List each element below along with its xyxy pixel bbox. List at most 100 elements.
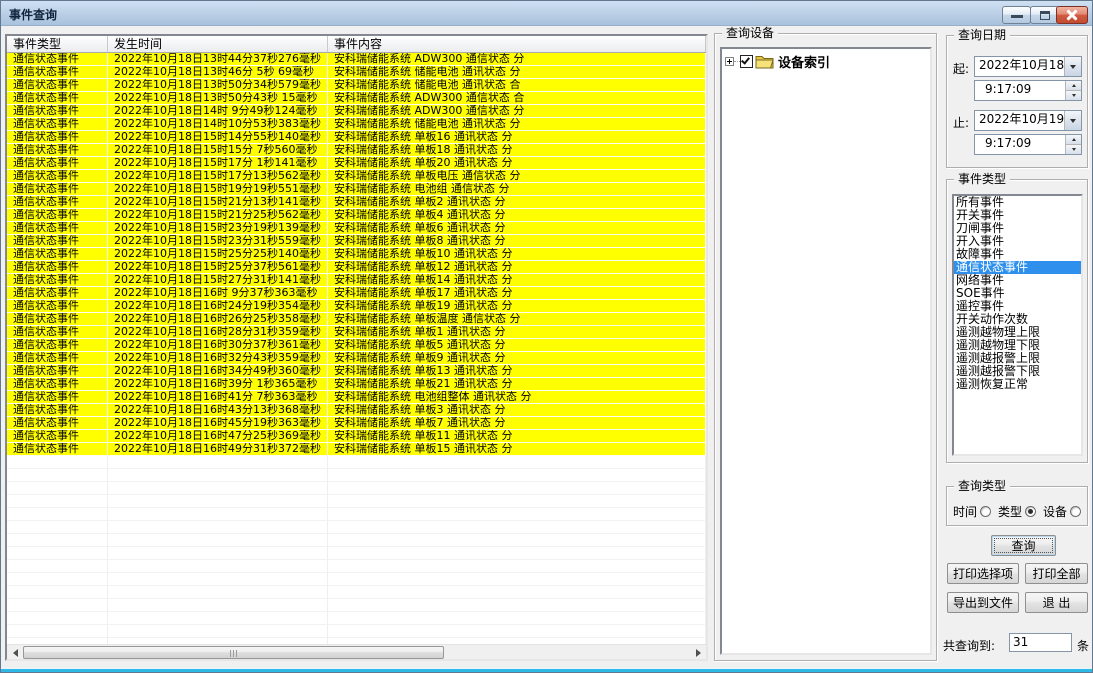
spinner-up-button[interactable] [1066,135,1081,145]
tree-node-device-index[interactable]: 设备索引 [725,53,930,70]
table-cell: 安科瑞储能系统 储能电池 通讯状态 分 [328,118,706,131]
table-row[interactable]: 通信状态事件2022年10月18日16时43分13秒368毫秒安科瑞储能系统 单… [7,404,706,417]
event-type-panel-title: 事件类型 [954,172,1010,186]
table-row[interactable]: 通信状态事件2022年10月18日15时27分31秒141毫秒安科瑞储能系统 单… [7,274,706,287]
table-row[interactable]: 通信状态事件2022年10月18日13时50分43秒 15毫秒安科瑞储能系统 A… [7,92,706,105]
table-row[interactable]: 通信状态事件2022年10月18日16时26分25秒358毫秒安科瑞储能系统 单… [7,313,706,326]
query-button[interactable]: 查询 [991,535,1056,556]
table-row[interactable]: 通信状态事件2022年10月18日15时25分25秒140毫秒安科瑞储能系统 单… [7,248,706,261]
table-row[interactable]: 通信状态事件2022年10月18日16时39分 1秒365毫秒安科瑞储能系统 单… [7,378,706,391]
print-selected-label: 打印选择项 [953,565,1013,582]
spinner-up-icon [1072,138,1076,141]
table-row[interactable]: 通信状态事件2022年10月18日16时 9分37秒363毫秒安科瑞储能系统 单… [7,287,706,300]
expand-icon[interactable] [725,57,734,66]
table-row[interactable]: 通信状态事件2022年10月18日16时24分19秒354毫秒安科瑞储能系统 单… [7,300,706,313]
table-cell [328,547,706,560]
table-cell: 安科瑞储能系统 单板9 通讯状态 分 [328,352,706,365]
table-row[interactable]: 通信状态事件2022年10月18日16时41分 7秒363毫秒安科瑞储能系统 电… [7,391,706,404]
spinner-down-icon [1072,148,1076,151]
column-header[interactable]: 发生时间 [108,36,328,52]
to-date-combo[interactable]: 2022年10月19日 [974,110,1082,131]
spinner-down-button[interactable] [1066,91,1081,100]
from-time-field[interactable]: 9:17:09 [974,80,1082,101]
date-panel: 查询日期 起: 2022年10月18日 9:17:09 止: 2022年10月1… [946,35,1088,168]
scroll-left-button[interactable] [7,646,23,659]
table-cell: 安科瑞储能系统 单板12 通讯状态 分 [328,261,706,274]
table-cell [108,508,328,521]
table-cell [7,482,108,495]
from-date-value: 2022年10月18日 [975,57,1064,76]
table-row[interactable]: 通信状态事件2022年10月18日14时10分53秒383毫秒安科瑞储能系统 储… [7,118,706,131]
table-cell [328,456,706,469]
table-row[interactable]: 通信状态事件2022年10月18日13时50分34秒579毫秒安科瑞储能系统 储… [7,79,706,92]
radio-icon[interactable] [1070,506,1081,517]
radio-icon[interactable] [980,506,991,517]
table-cell: 安科瑞储能系统 单板7 通讯状态 分 [328,417,706,430]
table-row[interactable]: 通信状态事件2022年10月18日15时17分 1秒141毫秒安科瑞储能系统 单… [7,157,706,170]
table-cell: 2022年10月18日16时45分19秒363毫秒 [108,417,328,430]
table-row[interactable]: 通信状态事件2022年10月18日16时30分37秒361毫秒安科瑞储能系统 单… [7,339,706,352]
table-cell: 安科瑞储能系统 储能电池 通讯状态 合 [328,79,706,92]
table-row[interactable]: 通信状态事件2022年10月18日15时21分25秒562毫秒安科瑞储能系统 单… [7,209,706,222]
close-button[interactable] [1056,6,1088,24]
result-count-field[interactable]: 31 [1009,633,1072,652]
table-row[interactable]: 通信状态事件2022年10月18日15时23分31秒559毫秒安科瑞储能系统 单… [7,235,706,248]
table-row-empty [7,612,706,625]
export-file-button[interactable]: 导出到文件 [947,592,1019,613]
table-row[interactable]: 通信状态事件2022年10月18日14时 9分49秒124毫秒安科瑞储能系统 A… [7,105,706,118]
from-date-combo[interactable]: 2022年10月18日 [974,56,1082,77]
device-index-checkbox[interactable] [740,55,753,68]
from-time-spinner[interactable] [1065,81,1081,100]
table-cell: 通信状态事件 [7,378,108,391]
print-all-button[interactable]: 打印全部 [1025,563,1088,584]
spinner-down-button[interactable] [1066,145,1081,154]
query-type-option[interactable]: 设备 [1043,503,1081,520]
to-date-dropdown-button[interactable] [1064,111,1081,130]
table-row[interactable]: 通信状态事件2022年10月18日13时44分37秒276毫秒安科瑞储能系统 A… [7,53,706,66]
table-cell [328,625,706,638]
table-row[interactable]: 通信状态事件2022年10月18日15时14分55秒140毫秒安科瑞储能系统 单… [7,131,706,144]
table-cell [328,573,706,586]
restore-button[interactable] [1030,6,1059,24]
table-cell: 通信状态事件 [7,443,108,456]
horizontal-scrollbar[interactable] [7,644,706,659]
scroll-right-button[interactable] [690,646,706,659]
table-row[interactable]: 通信状态事件2022年10月18日16时32分43秒359毫秒安科瑞储能系统 单… [7,352,706,365]
event-type-item[interactable]: 遥测恢复正常 [954,378,1081,391]
table-row[interactable]: 通信状态事件2022年10月18日16时34分49秒360毫秒安科瑞储能系统 单… [7,365,706,378]
to-time-spinner[interactable] [1065,135,1081,154]
column-header[interactable]: 事件类型 [7,36,108,52]
table-cell [328,521,706,534]
table-row[interactable]: 通信状态事件2022年10月18日15时19分19秒551毫秒安科瑞储能系统 电… [7,183,706,196]
event-type-panel: 事件类型 所有事件开关事件刀闸事件开入事件故障事件通信状态事件网络事件SOE事件… [946,179,1088,463]
title-bar[interactable]: 事件查询 [1,1,1092,26]
scrollbar-thumb[interactable] [23,646,444,659]
spinner-up-button[interactable] [1066,81,1081,91]
table-row[interactable]: 通信状态事件2022年10月18日16时47分25秒369毫秒安科瑞储能系统 单… [7,430,706,443]
table-row[interactable]: 通信状态事件2022年10月18日15时21分13秒141毫秒安科瑞储能系统 单… [7,196,706,209]
table-row[interactable]: 通信状态事件2022年10月18日15时23分19秒139毫秒安科瑞储能系统 单… [7,222,706,235]
column-header[interactable]: 事件内容 [328,36,706,52]
to-time-field[interactable]: 9:17:09 [974,134,1082,155]
table-row[interactable]: 通信状态事件2022年10月18日16时28分31秒359毫秒安科瑞储能系统 单… [7,326,706,339]
table-cell: 通信状态事件 [7,144,108,157]
query-type-option[interactable]: 类型 [998,503,1036,520]
table-row[interactable]: 通信状态事件2022年10月18日13时46分 5秒 69毫秒安科瑞储能系统 储… [7,66,706,79]
table-row[interactable]: 通信状态事件2022年10月18日16时49分31秒372毫秒安科瑞储能系统 单… [7,443,706,456]
from-date-dropdown-button[interactable] [1064,57,1081,76]
radio-icon[interactable] [1025,506,1036,517]
from-label: 起: [953,60,969,77]
table-cell: 安科瑞储能系统 ADW300 通信状态 分 [328,53,706,66]
print-selected-button[interactable]: 打印选择项 [947,563,1019,584]
minimize-button[interactable] [1002,6,1031,24]
table-row[interactable]: 通信状态事件2022年10月18日15时17分13秒562毫秒安科瑞储能系统 单… [7,170,706,183]
table-cell: 2022年10月18日15时27分31秒141毫秒 [108,274,328,287]
table-row[interactable]: 通信状态事件2022年10月18日15时25分37秒561毫秒安科瑞储能系统 单… [7,261,706,274]
minimize-icon [1011,15,1023,18]
table-row[interactable]: 通信状态事件2022年10月18日16时45分19秒363毫秒安科瑞储能系统 单… [7,417,706,430]
result-count-value: 31 [1013,635,1028,649]
table-row[interactable]: 通信状态事件2022年10月18日15时15分 7秒560毫秒安科瑞储能系统 单… [7,144,706,157]
table-cell: 安科瑞储能系统 储能电池 通讯状态 分 [328,66,706,79]
exit-button[interactable]: 退 出 [1025,592,1088,613]
query-type-option[interactable]: 时间 [953,503,991,520]
